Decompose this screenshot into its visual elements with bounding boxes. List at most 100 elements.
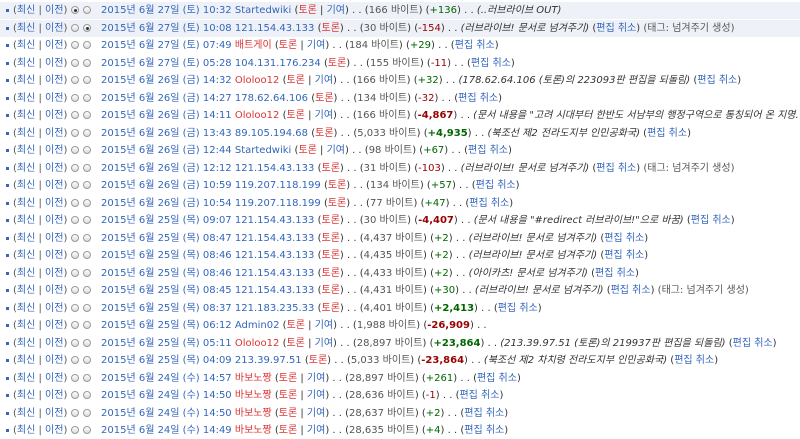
old-revision-radio[interactable] <box>71 93 79 102</box>
talk-link[interactable]: 토론 <box>279 373 297 384</box>
user-link[interactable]: 바보노짱 <box>235 408 272 419</box>
undo-link[interactable]: 편집 취소 <box>733 338 773 349</box>
revision-date-link[interactable]: 2015년 6월 24일 (수) 14:49 <box>101 425 232 436</box>
prev-link[interactable]: 이전 <box>45 198 63 209</box>
prev-link[interactable]: 이전 <box>45 425 63 436</box>
prev-link[interactable]: 이전 <box>45 233 63 244</box>
talk-link[interactable]: 토론 <box>328 58 346 69</box>
talk-link[interactable]: 토론 <box>309 355 327 366</box>
undo-link[interactable]: 편집 취소 <box>697 75 737 86</box>
cur-link[interactable]: 최신 <box>17 250 35 261</box>
revision-date-link[interactable]: 2015년 6월 25일 (목) 06:12 <box>101 320 232 331</box>
new-revision-radio[interactable] <box>83 426 91 434</box>
user-link[interactable]: 178.62.64.106 <box>235 93 308 104</box>
user-link[interactable]: Startedwiki <box>235 5 291 16</box>
old-revision-radio[interactable] <box>71 426 79 434</box>
new-revision-radio[interactable] <box>83 391 91 399</box>
old-revision-radio[interactable] <box>71 286 79 294</box>
new-revision-radio[interactable] <box>83 356 91 364</box>
talk-link[interactable]: 토론 <box>328 198 346 209</box>
prev-link[interactable]: 이전 <box>45 285 63 296</box>
prev-link[interactable]: 이전 <box>45 338 63 349</box>
prev-link[interactable]: 이전 <box>45 320 63 331</box>
prev-link[interactable]: 이전 <box>45 373 63 384</box>
contribs-link[interactable]: 기여 <box>307 40 325 51</box>
revision-date-link[interactable]: 2015년 6월 25일 (목) 05:11 <box>101 338 232 349</box>
user-link[interactable]: 121.154.43.133 <box>235 268 315 279</box>
new-revision-radio[interactable] <box>83 163 91 172</box>
revision-date-link[interactable]: 2015년 6월 25일 (목) 04:09 <box>101 355 232 366</box>
new-revision-radio[interactable] <box>83 408 91 417</box>
user-link[interactable]: Ololoo12 <box>235 110 280 121</box>
old-revision-radio[interactable] <box>71 233 79 242</box>
user-link[interactable]: 121.154.43.133 <box>235 250 315 261</box>
contribs-link[interactable]: 기여 <box>307 390 325 401</box>
revision-date-link[interactable]: 2015년 6월 25일 (목) 08:45 <box>101 285 232 296</box>
new-revision-radio[interactable] <box>83 268 91 277</box>
user-link[interactable]: 104.131.176.234 <box>235 58 321 69</box>
revision-date-link[interactable]: 2015년 6월 27일 (토) 07:49 <box>101 40 232 51</box>
old-revision-radio[interactable] <box>71 128 79 137</box>
talk-link[interactable]: 토론 <box>279 390 297 401</box>
new-revision-radio[interactable] <box>83 198 91 207</box>
cur-link[interactable]: 최신 <box>17 215 35 226</box>
user-link[interactable]: 121.183.235.33 <box>235 303 315 314</box>
talk-link[interactable]: 토론 <box>322 23 340 34</box>
old-revision-radio[interactable] <box>71 58 79 67</box>
revision-date-link[interactable]: 2015년 6월 26일 (금) 14:32 <box>101 75 232 86</box>
cur-link[interactable]: 최신 <box>17 303 35 314</box>
cur-link[interactable]: 최신 <box>17 285 35 296</box>
cur-link[interactable]: 최신 <box>17 40 35 51</box>
old-revision-radio[interactable] <box>71 321 79 329</box>
user-link[interactable]: Ololoo12 <box>235 338 280 349</box>
new-revision-radio[interactable] <box>83 41 91 49</box>
new-revision-radio[interactable] <box>83 373 91 382</box>
talk-link[interactable]: 토론 <box>322 163 340 174</box>
prev-link[interactable]: 이전 <box>45 215 63 226</box>
undo-link[interactable]: 편집 취소 <box>455 40 495 51</box>
talk-link[interactable]: 토론 <box>279 40 297 51</box>
talk-link[interactable]: 토론 <box>322 233 340 244</box>
old-revision-radio[interactable] <box>71 76 79 84</box>
user-link[interactable]: 바보노짱 <box>235 373 272 384</box>
talk-link[interactable]: 토론 <box>322 303 340 314</box>
undo-link[interactable]: 편집 취소 <box>468 145 508 156</box>
new-revision-radio[interactable] <box>83 6 91 14</box>
new-revision-radio[interactable] <box>83 233 91 242</box>
undo-link[interactable]: 편집 취소 <box>464 425 504 436</box>
prev-link[interactable]: 이전 <box>45 408 63 419</box>
prev-link[interactable]: 이전 <box>45 5 63 16</box>
user-link[interactable]: 119.207.118.199 <box>235 198 321 209</box>
cur-link[interactable]: 최신 <box>17 23 35 34</box>
contribs-link[interactable]: 기여 <box>315 110 333 121</box>
user-link[interactable]: Startedwiki <box>235 145 291 156</box>
undo-link[interactable]: 편집 취소 <box>498 303 538 314</box>
talk-link[interactable]: 토론 <box>279 408 297 419</box>
cur-link[interactable]: 최신 <box>17 75 35 86</box>
old-revision-radio[interactable] <box>71 41 79 49</box>
undo-link[interactable]: 편집 취소 <box>595 268 635 279</box>
undo-link[interactable]: 편집 취소 <box>604 233 644 244</box>
cur-link[interactable]: 최신 <box>17 93 35 104</box>
undo-link[interactable]: 편집 취소 <box>464 408 504 419</box>
revision-date-link[interactable]: 2015년 6월 26일 (금) 10:59 <box>101 180 232 191</box>
prev-link[interactable]: 이전 <box>45 250 63 261</box>
revision-date-link[interactable]: 2015년 6월 24일 (수) 14:50 <box>101 408 232 419</box>
new-revision-radio[interactable] <box>83 128 91 137</box>
old-revision-radio[interactable] <box>71 373 79 382</box>
talk-link[interactable]: 토론 <box>322 268 340 279</box>
talk-link[interactable]: 토론 <box>298 5 316 16</box>
undo-link[interactable]: 편집 취소 <box>647 128 687 139</box>
cur-link[interactable]: 최신 <box>17 198 35 209</box>
undo-link[interactable]: 편집 취소 <box>459 390 499 401</box>
prev-link[interactable]: 이전 <box>45 75 63 86</box>
user-link[interactable]: 바보노짱 <box>235 425 272 436</box>
contribs-link[interactable]: 기여 <box>327 5 345 16</box>
revision-date-link[interactable]: 2015년 6월 25일 (목) 08:47 <box>101 233 232 244</box>
user-link[interactable]: 121.154.43.133 <box>235 163 315 174</box>
old-revision-radio[interactable] <box>71 303 79 312</box>
old-revision-radio[interactable] <box>71 111 79 119</box>
talk-link[interactable]: 토론 <box>322 250 340 261</box>
new-revision-radio[interactable] <box>83 181 91 189</box>
revision-date-link[interactable]: 2015년 6월 27일 (토) 05:28 <box>101 58 232 69</box>
